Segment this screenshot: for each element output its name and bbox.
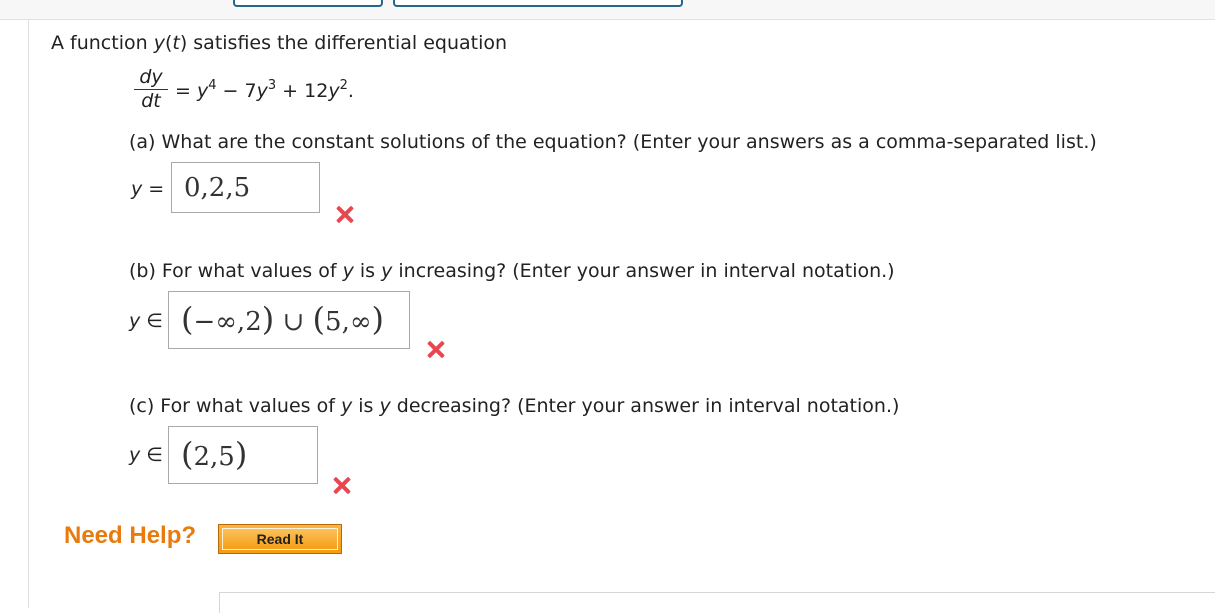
intro-text-2: ) satisfies the differential equation (179, 32, 508, 54)
left-divider (28, 20, 29, 608)
answer-c-elementof: ∈ (140, 444, 163, 466)
question-b-var-2: y (381, 260, 393, 282)
answer-b-var: y (129, 310, 141, 332)
answer-b-label: y ∈ (129, 310, 163, 332)
question-b-var-1: y (342, 260, 354, 282)
top-bar (0, 0, 1215, 20)
eq-power-4: 4 (208, 78, 217, 93)
eq-y1: y (196, 80, 209, 102)
eq-plus-term: + 12 (276, 80, 329, 102)
answer-b-interval-2: 5,∞ (325, 307, 372, 337)
answer-c-interval: 2,5 (193, 442, 235, 472)
answer-b-interval-1: −∞,2 (193, 307, 262, 337)
incorrect-x-icon (332, 476, 350, 494)
answer-c-var: y (129, 444, 141, 466)
intro-var-y: y (153, 32, 165, 54)
read-it-label: Read It (222, 528, 338, 550)
question-b-text-1: (b) For what values of (129, 260, 343, 282)
bottom-panel (219, 592, 1215, 613)
intro-text-1: A function (51, 32, 154, 54)
question-b-text-3: increasing? (Enter your answer in interv… (392, 260, 895, 282)
answer-c-label: y ∈ (129, 444, 163, 466)
question-c-var-1: y (340, 395, 353, 417)
equation-rhs: = y4 − 7y3 + 12y2. (175, 78, 354, 102)
answer-b-union: ∪ (274, 307, 313, 337)
incorrect-x-icon (335, 205, 353, 223)
eq-y3: y (328, 80, 340, 102)
eq-period: . (347, 80, 354, 102)
eq-equals: = (175, 80, 197, 102)
answer-c-input[interactable]: (2,5) (168, 426, 318, 484)
problem-intro: A function y(t) satisfies the differenti… (51, 32, 507, 54)
question-a: (a) What are the constant solutions of t… (129, 131, 1097, 153)
answer-a-var: y (131, 178, 143, 200)
read-it-button[interactable]: Read It (218, 524, 342, 554)
question-c-text-2: is (352, 395, 380, 417)
need-help-label: Need Help? (64, 522, 197, 549)
answer-b-elementof: ∈ (140, 310, 163, 332)
top-button-left[interactable] (233, 0, 383, 7)
top-button-right[interactable] (393, 0, 683, 7)
eq-minus-term: − 7 (216, 80, 257, 102)
question-b-text-2: is (353, 260, 382, 282)
equation-fraction: dy dt (132, 66, 170, 112)
question-c-text-1: (c) For what values of (129, 395, 341, 417)
question-b: (b) For what values of y is y increasing… (129, 260, 895, 282)
answer-a-equals: = (142, 178, 165, 200)
answer-c-value: (2,5) (181, 435, 248, 473)
answer-a-input[interactable]: 0,2,5 (171, 162, 320, 213)
eq-power-3: 3 (267, 78, 277, 93)
fraction-denominator: dt (141, 90, 161, 112)
answer-b-input[interactable]: (−∞,2) ∪ (5,∞) (168, 291, 410, 349)
question-c-text-3: decreasing? (Enter your answer in interv… (390, 395, 900, 417)
answer-a-value: 0,2,5 (184, 172, 251, 203)
eq-power-2: 2 (339, 78, 348, 93)
answer-a-label: y = (131, 178, 164, 200)
fraction-numerator: dy (139, 66, 163, 88)
answer-b-value: (−∞,2) ∪ (5,∞) (181, 300, 384, 338)
question-c: (c) For what values of y is y decreasing… (129, 395, 899, 417)
question-c-var-2: y (379, 395, 391, 417)
intro-var-t: t (172, 32, 180, 54)
incorrect-x-icon (426, 340, 444, 358)
eq-y2: y (256, 80, 268, 102)
